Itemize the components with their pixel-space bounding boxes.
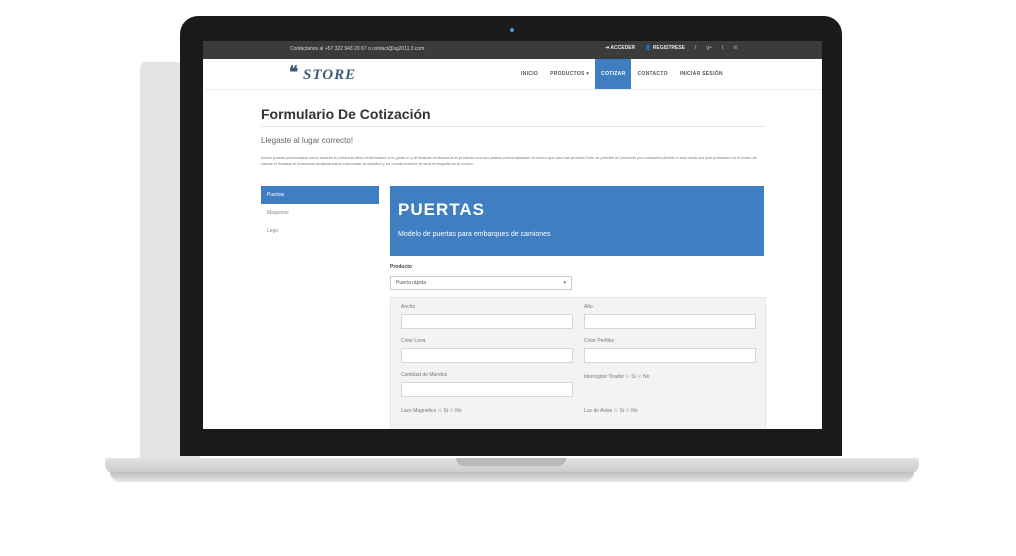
- linkedin-icon[interactable]: in: [733, 45, 737, 51]
- contact-info: Contáctanos al +57 322 943 20 67 o conta…: [290, 46, 425, 52]
- twitter-icon[interactable]: t: [722, 45, 723, 51]
- register-label: REGISTRESE: [652, 45, 685, 51]
- sidebar-item-maquinas[interactable]: Maquinas: [261, 204, 379, 222]
- color-perfiles-input[interactable]: [584, 348, 756, 363]
- color-lona-input[interactable]: [401, 348, 573, 363]
- intro-paragraph: Ahora podras personalizar como desees tu…: [261, 155, 757, 166]
- product-label: Producto: [390, 264, 412, 270]
- login-link[interactable]: ⇥ ACCEDER: [605, 45, 635, 51]
- page-title: Formulario De Cotización: [261, 106, 431, 122]
- hero-subtitle: Modelo de puertas para embarques de cami…: [398, 231, 551, 238]
- register-link[interactable]: 👤 REGISTRESE: [645, 45, 685, 51]
- ancho-label: Ancho: [401, 304, 416, 310]
- google-plus-icon[interactable]: g+: [706, 45, 712, 51]
- laptop-base-lip: [110, 472, 914, 482]
- chevron-down-icon: ▾: [563, 280, 566, 286]
- interruptor-tirador-radio[interactable]: Interruptor Tirador ☉ Si ☉ No: [584, 374, 649, 380]
- hero-title: PUERTAS: [398, 200, 485, 219]
- main-navbar: ❝ STORE INICIO PRODUCTOS ▾ COTIZAR CONTA…: [203, 59, 822, 90]
- nav-cotizar[interactable]: COTIZAR: [595, 59, 632, 89]
- product-select[interactable]: Puerta rápida ▾: [390, 276, 572, 290]
- sidebar-item-puertas[interactable]: Puertas: [261, 186, 379, 204]
- product-hero: PUERTAS Modelo de puertas para embarques…: [390, 186, 764, 256]
- camera-dot: [510, 28, 514, 32]
- logo-quote-icon: ❝: [289, 63, 299, 83]
- logo-text: STORE: [303, 67, 357, 83]
- nav-productos[interactable]: PRODUCTOS ▾: [544, 59, 595, 89]
- alto-input[interactable]: [584, 314, 756, 329]
- laptop-screen: Contáctanos al +57 322 943 20 67 o conta…: [203, 41, 822, 429]
- title-divider: [261, 126, 766, 127]
- page-subtitle: Llegaste al lugar correcto!: [261, 136, 354, 145]
- login-label: ACCEDER: [610, 45, 636, 51]
- store-logo[interactable]: ❝ STORE: [289, 63, 363, 85]
- category-sidebar: Puertas Maquinas Lego: [261, 186, 379, 240]
- color-perfiles-label: Color Perfiles: [584, 338, 615, 344]
- cantidad-mandos-label: Cantidad de Mandos: [401, 372, 448, 378]
- cantidad-mandos-input[interactable]: [401, 382, 573, 397]
- lazo-magnetico-radio[interactable]: Lazo Magnetico ☉ Si ☉ No: [401, 408, 462, 414]
- laptop-opening-notch: [456, 458, 566, 466]
- nav-iniciar-sesion[interactable]: INICIAR SESIÓN: [674, 59, 729, 89]
- luz-aviso-radio[interactable]: Luz de Aviso ☉ Si ☉ No: [584, 408, 638, 414]
- top-bar: Contáctanos al +57 322 943 20 67 o conta…: [203, 41, 822, 59]
- alto-label: Alto: [584, 304, 593, 310]
- nav-inicio[interactable]: INICIO: [515, 59, 544, 89]
- ancho-input[interactable]: [401, 314, 573, 329]
- nav-menu: INICIO PRODUCTOS ▾ COTIZAR CONTACTO INIC…: [515, 59, 729, 89]
- product-select-value: Puerta rápida: [396, 280, 427, 286]
- sidebar-item-lego[interactable]: Lego: [261, 222, 379, 240]
- quote-form-panel: Ancho Alto Color Lona Color Perfiles Can…: [390, 297, 766, 429]
- facebook-icon[interactable]: f: [695, 45, 696, 51]
- color-lona-label: Color Lona: [401, 338, 426, 344]
- topbar-links: ⇥ ACCEDER 👤 REGISTRESE f g+ t in: [605, 45, 737, 51]
- nav-contacto[interactable]: CONTACTO: [631, 59, 673, 89]
